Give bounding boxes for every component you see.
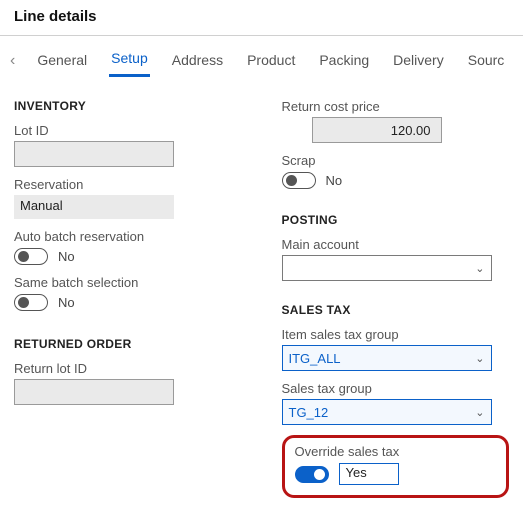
left-column: INVENTORY Lot ID Reservation Manual Auto… xyxy=(14,87,242,498)
return-cost-input[interactable] xyxy=(312,117,442,143)
scrap-label: Scrap xyxy=(282,153,510,168)
tab-setup[interactable]: Setup xyxy=(109,44,150,77)
item-tax-group-label: Item sales tax group xyxy=(282,327,510,342)
auto-batch-value: No xyxy=(58,249,75,264)
chevron-down-icon: ⌄ xyxy=(475,262,484,275)
tab-address[interactable]: Address xyxy=(170,46,225,76)
reservation-value[interactable]: Manual xyxy=(14,195,174,219)
lot-id-label: Lot ID xyxy=(14,123,242,138)
override-label: Override sales tax xyxy=(295,444,497,459)
return-cost-label: Return cost price xyxy=(282,99,510,114)
scrap-toggle[interactable] xyxy=(282,172,316,189)
tab-bar: ‹ General Setup Address Product Packing … xyxy=(0,36,523,77)
sales-tax-group-select[interactable]: TG_12 ⌄ xyxy=(282,399,492,425)
scrap-value: No xyxy=(326,173,343,188)
override-highlight-box: Override sales tax Yes xyxy=(282,435,510,498)
auto-batch-label: Auto batch reservation xyxy=(14,229,242,244)
tab-product[interactable]: Product xyxy=(245,46,297,76)
auto-batch-toggle[interactable] xyxy=(14,248,48,265)
main-account-select[interactable]: ⌄ xyxy=(282,255,492,281)
same-batch-label: Same batch selection xyxy=(14,275,242,290)
posting-heading: POSTING xyxy=(282,213,510,227)
override-value: Yes xyxy=(339,463,399,485)
main-account-label: Main account xyxy=(282,237,510,252)
tab-sourcing-cut[interactable]: Sourc xyxy=(466,46,507,76)
returned-order-heading: RETURNED ORDER xyxy=(14,337,242,351)
chevron-down-icon: ⌄ xyxy=(475,352,484,365)
tab-packing[interactable]: Packing xyxy=(317,46,371,76)
reservation-label: Reservation xyxy=(14,177,242,192)
return-lot-id-input[interactable] xyxy=(14,379,174,405)
sales-tax-heading: SALES TAX xyxy=(282,303,510,317)
inventory-heading: INVENTORY xyxy=(14,99,242,113)
item-tax-group-value: ITG_ALL xyxy=(289,351,341,366)
return-lot-id-label: Return lot ID xyxy=(14,361,242,376)
same-batch-toggle[interactable] xyxy=(14,294,48,311)
override-toggle[interactable] xyxy=(295,466,329,483)
tabs-prev-chevron[interactable]: ‹ xyxy=(10,46,15,76)
lot-id-input[interactable] xyxy=(14,141,174,167)
chevron-down-icon: ⌄ xyxy=(475,406,484,419)
item-tax-group-select[interactable]: ITG_ALL ⌄ xyxy=(282,345,492,371)
tab-delivery[interactable]: Delivery xyxy=(391,46,446,76)
right-column: Return cost price Scrap No POSTING Main … xyxy=(282,87,510,498)
same-batch-value: No xyxy=(58,295,75,310)
tab-general[interactable]: General xyxy=(35,46,89,76)
page-title: Line details xyxy=(0,0,523,35)
sales-tax-group-value: TG_12 xyxy=(289,405,329,420)
sales-tax-group-label: Sales tax group xyxy=(282,381,510,396)
